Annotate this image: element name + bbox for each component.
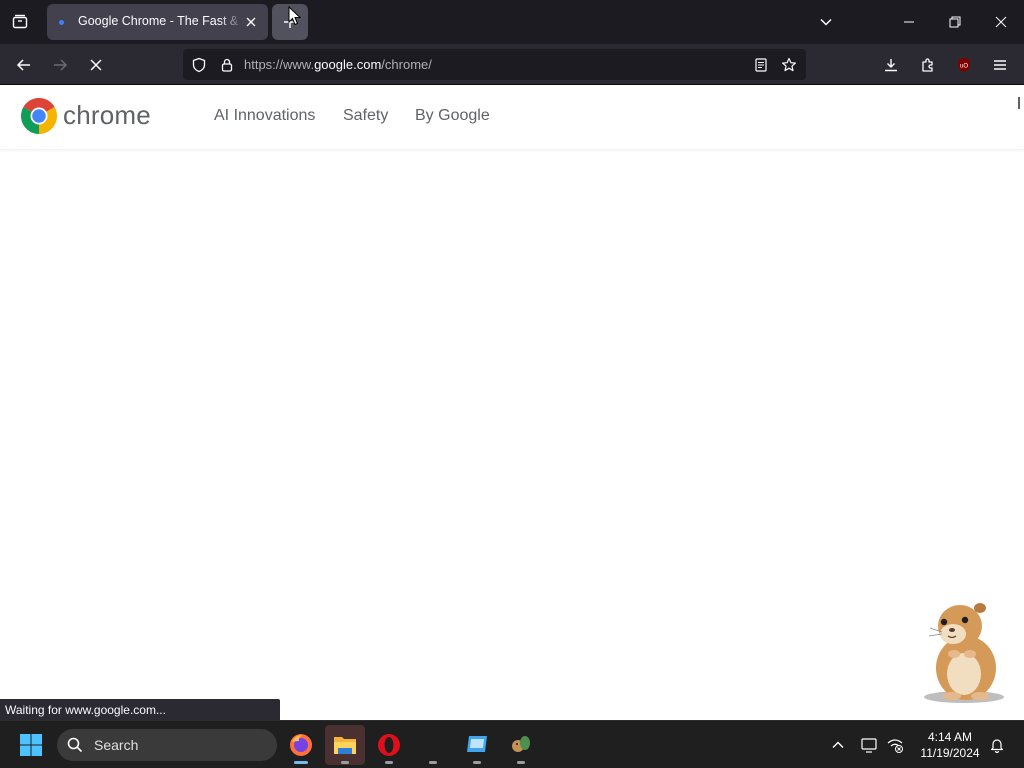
navigation-toolbar: https://www.google.com/chrome/ uO: [0, 44, 1024, 85]
tab-title: Google Chrome - The Fast & Secure Web Br…: [78, 14, 244, 28]
tab-list-icon[interactable]: [6, 8, 34, 36]
close-window-icon[interactable]: [981, 6, 1021, 38]
download-icon[interactable]: [876, 50, 906, 80]
bookmark-star-icon[interactable]: [778, 54, 800, 76]
firefox-icon: [289, 733, 313, 757]
scrollbar-thumb[interactable]: [1018, 97, 1020, 109]
taskbar-app-window[interactable]: [457, 725, 497, 765]
close-tab-icon[interactable]: [242, 13, 260, 31]
stop-icon[interactable]: [81, 50, 111, 80]
minimize-icon[interactable]: [889, 6, 929, 38]
nav-link-safety[interactable]: Safety: [343, 107, 388, 125]
clock-time: 4:14 AM: [927, 730, 973, 744]
search-label: Search: [94, 737, 139, 753]
ublock-badge: uO: [960, 64, 968, 70]
running-indicator: [429, 761, 437, 764]
url-scheme: https://www.: [244, 57, 315, 72]
restore-icon[interactable]: [935, 6, 975, 38]
pet-app-icon: [511, 735, 531, 753]
site-logo-text[interactable]: chrome: [63, 100, 151, 131]
display-icon[interactable]: [857, 733, 881, 757]
network-icon[interactable]: [883, 733, 907, 757]
chrome-logo-icon[interactable]: [20, 97, 58, 134]
site-header: chrome AI Innovations Safety By Google: [0, 86, 1024, 150]
url-text[interactable]: https://www.google.com/chrome/: [244, 57, 432, 72]
hamburger-menu-icon[interactable]: [985, 50, 1015, 80]
extensions-icon[interactable]: [913, 50, 943, 80]
taskbar-app-file-explorer[interactable]: [325, 725, 365, 765]
system-clock[interactable]: 4:14 AM 11/19/2024: [915, 729, 985, 761]
running-indicator: [341, 761, 349, 764]
taskbar: Search 4:14 AM 11/19/2024: [0, 720, 1024, 768]
nav-link-by-google[interactable]: By Google: [415, 107, 490, 125]
clock-date: 11/19/2024: [920, 746, 980, 760]
taskbar-app-desktop-pet[interactable]: [501, 725, 541, 765]
opera-icon: [377, 733, 401, 757]
ublock-icon[interactable]: uO: [949, 50, 979, 80]
back-arrow-icon[interactable]: [9, 50, 39, 80]
nav-link-ai-innovations[interactable]: AI Innovations: [214, 107, 315, 125]
tab-favicon: [59, 20, 64, 25]
chevron-up-icon[interactable]: [826, 733, 850, 757]
status-bar: Waiting for www.google.com...: [0, 699, 280, 720]
mouse-cursor: [288, 6, 302, 26]
new-tab-button[interactable]: [272, 4, 308, 40]
taskbar-app-opera[interactable]: [369, 725, 409, 765]
forward-arrow-icon[interactable]: [45, 50, 75, 80]
app-window-icon: [466, 735, 488, 753]
lock-icon[interactable]: [216, 54, 238, 76]
tab-bar: Google Chrome - The Fast & Secure Web Br…: [0, 0, 1024, 44]
web-page: chrome AI Innovations Safety By Google: [0, 86, 1024, 720]
desktop-pet-hamster[interactable]: [918, 596, 1010, 706]
running-indicator: [294, 761, 308, 764]
taskbar-app-firefox[interactable]: [281, 725, 321, 765]
url-host: google.com: [314, 57, 382, 72]
chevron-down-icon[interactable]: [812, 8, 840, 36]
reader-view-icon[interactable]: [750, 54, 772, 76]
windows-start-icon[interactable]: [17, 731, 45, 759]
running-indicator: [473, 761, 481, 764]
address-bar[interactable]: https://www.google.com/chrome/: [183, 49, 806, 80]
running-indicator: [517, 761, 525, 764]
search-icon: [66, 736, 84, 754]
taskbar-search-box[interactable]: Search: [57, 729, 277, 761]
tab-google-chrome[interactable]: Google Chrome - The Fast & Secure Web Br…: [47, 4, 268, 40]
taskbar-app-unknown[interactable]: [413, 725, 453, 765]
running-indicator: [385, 761, 393, 764]
file-explorer-icon: [333, 734, 357, 756]
url-path: /chrome/: [381, 57, 432, 72]
shield-icon[interactable]: [188, 54, 210, 76]
notification-bell-icon[interactable]: [985, 733, 1009, 757]
